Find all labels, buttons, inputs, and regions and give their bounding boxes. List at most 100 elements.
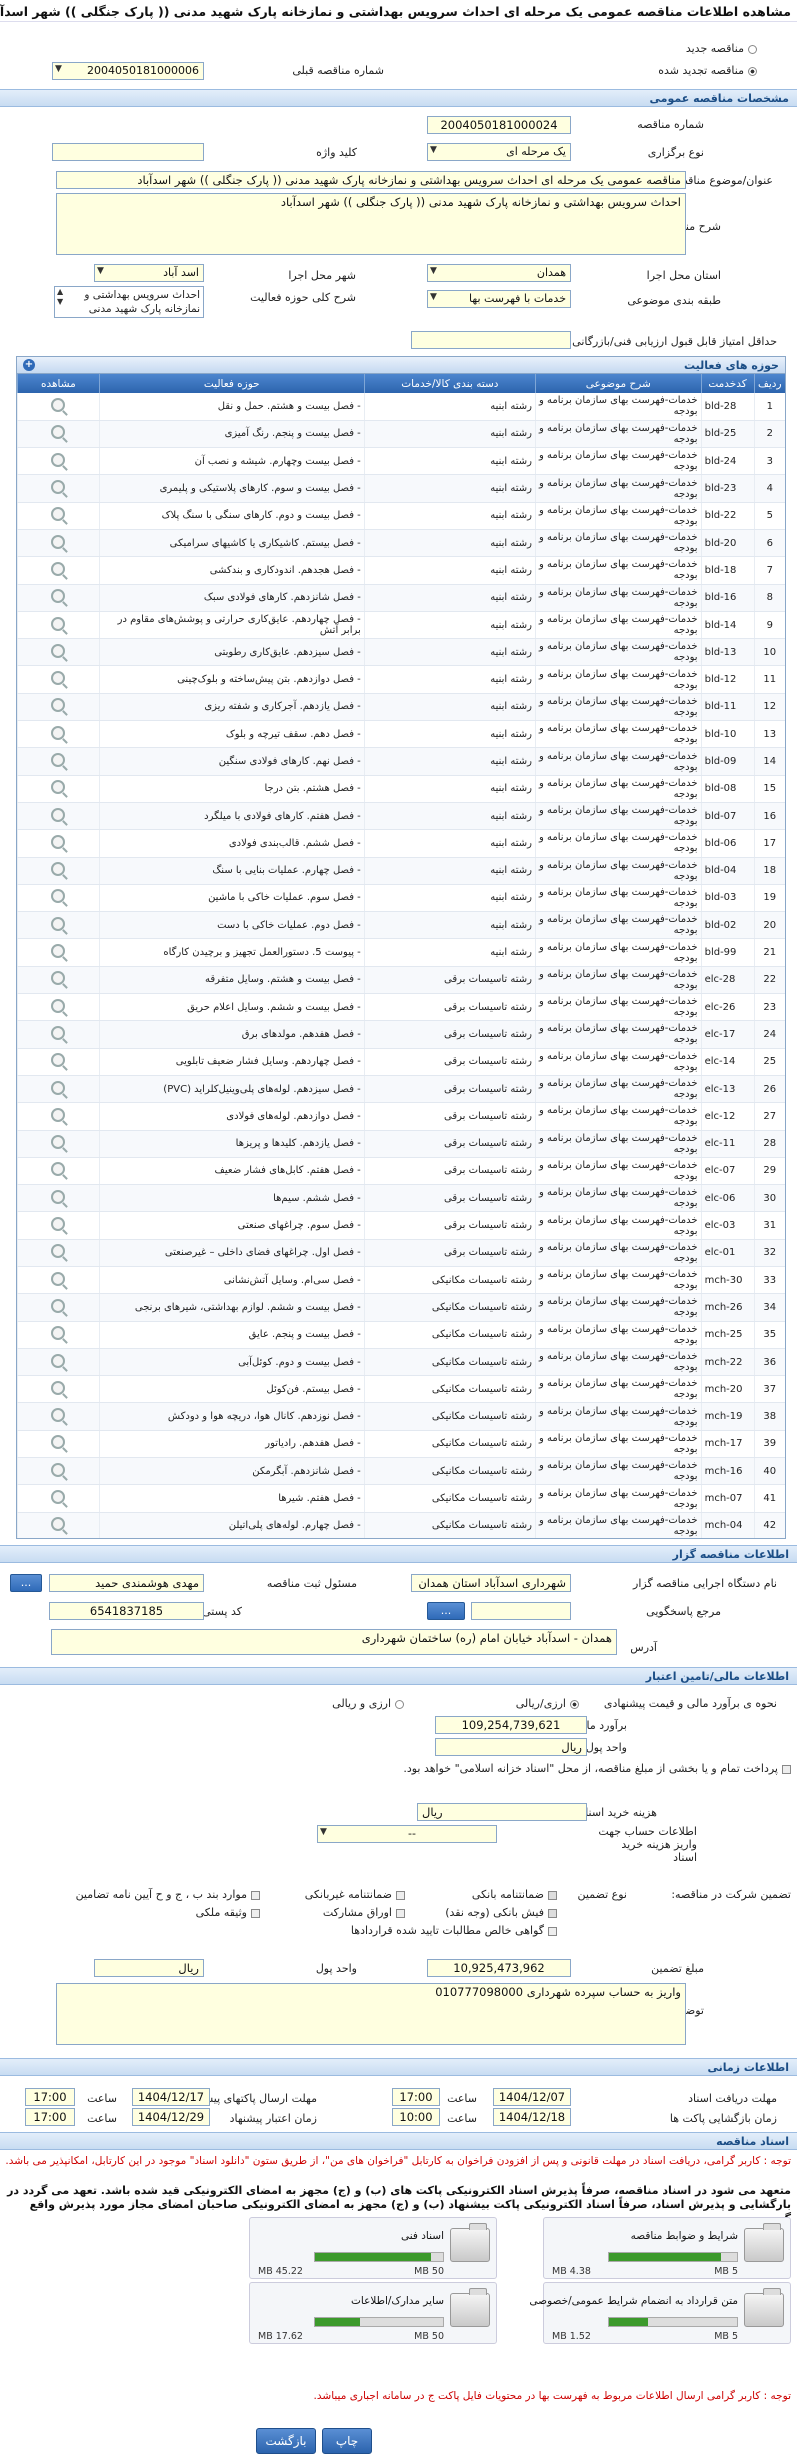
magnifier-icon[interactable] <box>51 1162 66 1177</box>
magnifier-icon[interactable] <box>51 1298 66 1313</box>
view-cell[interactable] <box>17 938 100 967</box>
view-cell[interactable] <box>17 1402 100 1431</box>
view-cell[interactable] <box>17 447 100 476</box>
magnifier-icon[interactable] <box>51 561 66 576</box>
magnifier-icon[interactable] <box>51 1490 66 1505</box>
column-header[interactable]: حوزه فعالیت <box>98 374 365 393</box>
document-card[interactable]: سایر مدارک/اطلاعات 50 MB 17.62 MB <box>249 2282 497 2344</box>
receive-date-field[interactable]: 1404/12/07 <box>493 2088 571 2106</box>
view-cell[interactable] <box>17 747 100 776</box>
city-select[interactable]: ▼ اسد آباد <box>94 264 204 282</box>
table-row[interactable]: 35 mch-25 خدمات-فهرست بهای سازمان برنامه و… <box>17 1321 785 1349</box>
keyword-input[interactable] <box>52 143 204 161</box>
column-header[interactable]: ردیف <box>753 374 785 393</box>
view-cell[interactable] <box>17 693 100 722</box>
view-cell[interactable] <box>17 584 100 612</box>
table-row[interactable]: 3 bld-24 خدمات-فهرست بهای سازمان برنامه و … <box>17 447 785 476</box>
back-button[interactable]: بازگشت <box>256 2428 316 2454</box>
magnifier-icon[interactable] <box>51 397 66 412</box>
type-select[interactable]: ▼ یک مرحله ای <box>427 143 571 161</box>
table-row[interactable]: 7 bld-18 خدمات-فهرست بهای سازمان برنامه و … <box>17 556 785 585</box>
magnifier-icon[interactable] <box>51 944 66 959</box>
magnifier-icon[interactable] <box>51 643 66 658</box>
column-header[interactable]: مشاهده <box>17 374 100 393</box>
column-header[interactable]: کدخدمت <box>700 374 755 393</box>
radio-foreign[interactable]: ارزی و ریالی <box>332 1697 404 1710</box>
view-cell[interactable] <box>17 1211 100 1240</box>
view-cell[interactable] <box>17 474 100 503</box>
table-row[interactable]: 36 mch-22 خدمات-فهرست بهای سازمان برنامه و… <box>17 1348 785 1377</box>
opening-time-field[interactable]: 10:00 <box>392 2108 440 2126</box>
scope-listbox[interactable]: احداث سرویس بهداشتی و نمازخانه پارک شهید… <box>54 286 204 318</box>
table-row[interactable]: 34 mch-26 خدمات-فهرست بهای سازمان برنامه و… <box>17 1293 785 1322</box>
islamic-treasury-checkbox[interactable]: پرداخت تمام و یا بخشی از مبلغ مناقصه، از… <box>1 1762 791 1776</box>
registrar-lookup-button[interactable]: ... <box>10 1574 42 1592</box>
view-cell[interactable] <box>17 638 100 667</box>
send-date-field[interactable]: 1404/12/17 <box>132 2088 210 2106</box>
registrar-field[interactable]: مهدی هوشمندی حمید <box>49 1574 204 1592</box>
radio-new-tender[interactable]: مناقصه جدید <box>686 42 757 55</box>
table-row[interactable]: 10 bld-13 خدمات-فهرست بهای سازمان برنامه و… <box>17 638 785 667</box>
magnifier-icon[interactable] <box>51 916 66 931</box>
column-header[interactable]: شرح موضوعی <box>534 374 702 393</box>
table-row[interactable]: 21 bld-99 خدمات-فهرست بهای سازمان برنامه و… <box>17 938 785 967</box>
validity-time-field[interactable]: 17:00 <box>25 2108 75 2126</box>
magnifier-icon[interactable] <box>51 1189 66 1204</box>
document-card[interactable]: متن قرارداد به انضمام شرایط عمومی/خصوصی 5… <box>529 2282 791 2344</box>
scroll-arrows-icon[interactable]: ▲ ▼ <box>57 287 63 307</box>
table-row[interactable]: 14 bld-09 خدمات-فهرست بهای سازمان برنامه و… <box>17 747 785 776</box>
magnifier-icon[interactable] <box>51 753 66 767</box>
table-row[interactable]: 42 mch-04 خدمات-فهرست بهای سازمان برنامه و… <box>17 1512 785 1538</box>
magnifier-icon[interactable] <box>51 1435 66 1450</box>
view-cell[interactable] <box>17 1048 100 1076</box>
magnifier-icon[interactable] <box>51 671 66 686</box>
magnifier-icon[interactable] <box>51 1244 66 1259</box>
view-cell[interactable] <box>17 1457 100 1486</box>
view-cell[interactable] <box>17 1130 100 1158</box>
view-cell[interactable] <box>17 1239 100 1268</box>
magnifier-icon[interactable] <box>51 425 66 440</box>
table-row[interactable]: 38 mch-19 خدمات-فهرست بهای سازمان برنامه و… <box>17 1402 785 1431</box>
table-row[interactable]: 32 elc-01 خدمات-فهرست بهای سازمان برنامه و… <box>17 1239 785 1268</box>
document-card[interactable]: شرایط و ضوابط مناقصه 5 MB 4.38 MB <box>543 2217 791 2279</box>
min-score-field[interactable] <box>411 331 571 349</box>
view-cell[interactable] <box>17 720 100 749</box>
table-row[interactable]: 37 mch-20 خدمات-فهرست بهای سازمان برنامه و… <box>17 1375 785 1404</box>
validity-date-field[interactable]: 1404/12/29 <box>132 2108 210 2126</box>
magnifier-icon[interactable] <box>51 1462 66 1477</box>
guarantee-unit-field[interactable]: ریال <box>94 1959 204 1977</box>
view-cell[interactable] <box>17 1348 100 1377</box>
view-cell[interactable] <box>17 884 100 913</box>
category-select[interactable]: ▼ خدمات با فهرست بها <box>427 290 571 308</box>
magnifier-icon[interactable] <box>51 1135 66 1150</box>
table-row[interactable]: 23 elc-26 خدمات-فهرست بهای سازمان برنامه و… <box>17 993 785 1022</box>
view-cell[interactable] <box>17 1157 100 1186</box>
view-cell[interactable] <box>17 775 100 803</box>
table-row[interactable]: 33 mch-30 خدمات-فهرست بهای سازمان برنامه و… <box>17 1266 785 1295</box>
view-cell[interactable] <box>17 1484 100 1513</box>
description-field[interactable]: احداث سرویس بهداشتی و نمازخانه پارک شهید… <box>56 193 686 255</box>
view-cell[interactable] <box>17 611 100 640</box>
prev-tender-select[interactable]: ▼ 2004050181000006 <box>52 62 204 80</box>
magnifier-icon[interactable] <box>51 1408 66 1423</box>
subject-field[interactable]: مناقصه عمومی یک مرحله ای احداث سرویس بهد… <box>56 171 686 189</box>
plus-icon[interactable]: + <box>23 359 35 371</box>
view-cell[interactable] <box>17 966 100 995</box>
table-row[interactable]: 13 bld-10 خدمات-فهرست بهای سازمان برنامه و… <box>17 720 785 749</box>
magnifier-icon[interactable] <box>51 780 66 795</box>
view-cell[interactable] <box>17 393 100 421</box>
magnifier-icon[interactable] <box>51 1271 66 1286</box>
table-row[interactable]: 2 bld-25 خدمات-فهرست بهای سازمان برنامه و … <box>17 420 785 449</box>
account-select[interactable]: ▼ -- <box>317 1825 497 1843</box>
opt-claims[interactable]: گواهی خالص مطالبات تایید شده قراردادها <box>351 1924 557 1937</box>
document-card[interactable]: اسناد فنی 50 MB 45.22 MB <box>249 2217 497 2279</box>
table-row[interactable]: 26 elc-13 خدمات-فهرست بهای سازمان برنامه و… <box>17 1075 785 1104</box>
table-row[interactable]: 20 bld-02 خدمات-فهرست بهای سازمان برنامه و… <box>17 911 785 940</box>
table-row[interactable]: 39 mch-17 خدمات-فهرست بهای سازمان برنامه و… <box>17 1430 785 1459</box>
ref-lookup-button[interactable]: ... <box>427 1602 465 1620</box>
view-cell[interactable] <box>17 1375 100 1404</box>
guarantee-amount-field[interactable]: 10,925,473,962 <box>427 1959 571 1977</box>
view-cell[interactable] <box>17 911 100 940</box>
view-cell[interactable] <box>17 1321 100 1349</box>
estimate-unit-field[interactable]: ریال <box>435 1738 587 1756</box>
